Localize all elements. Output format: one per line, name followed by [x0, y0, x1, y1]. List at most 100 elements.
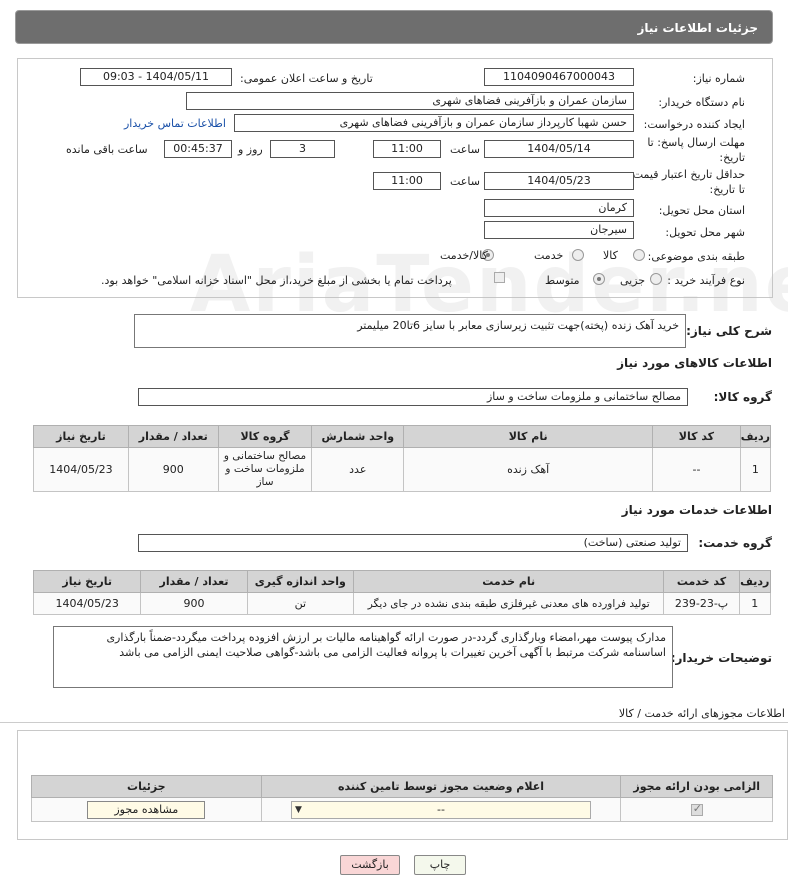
goods-group-label: گروه کالا: — [713, 390, 772, 404]
permit-status-select[interactable]: -- ▼ — [291, 800, 592, 819]
goods-col-qty: تعداد / مقدار — [127, 425, 219, 448]
days-label: روز و — [238, 143, 263, 156]
check-icon: ✓ — [692, 802, 702, 815]
permits-col-required: الزامی بودن ارائه مجوز — [620, 775, 773, 798]
goods-col-group: گروه کالا — [217, 425, 313, 448]
creator-field: حسن شهبا کارپرداز سازمان عمران و بازآفری… — [234, 114, 634, 132]
validity-time-field: 11:00 — [373, 172, 441, 190]
contact-buyer-link[interactable]: اطلاعات تماس خریدار — [124, 117, 226, 130]
category-option-goods: کالا — [603, 249, 618, 262]
services-group-label: گروه خدمت: — [698, 536, 772, 550]
services-cell-unit: تن — [246, 592, 354, 615]
validity-time-label: ساعت — [450, 175, 480, 188]
services-cell-date: 1404/05/23 — [32, 592, 142, 615]
permits-cell-details: مشاهده مجوز — [31, 797, 262, 822]
process-radio-medium[interactable] — [593, 273, 605, 285]
permits-title: اطلاعات مجوزهای ارائه خدمت / کالا — [618, 707, 785, 720]
services-col-unit: واحد اندازه گیری — [246, 570, 354, 593]
page-title: جزئیات اطلاعات نیاز — [15, 10, 773, 44]
announce-label: تاریخ و ساعت اعلان عمومی: — [240, 72, 373, 85]
deadline-date-field: 1404/05/14 — [484, 140, 634, 158]
services-section-title: اطلاعات خدمات مورد نیاز — [621, 503, 772, 517]
table-row: ✓ -- ▼ مشاهده مجوز — [31, 797, 773, 822]
remaining-time-field: 00:45:37 — [164, 140, 232, 158]
deadline-label-line1: مهلت ارسال پاسخ: تا — [647, 136, 745, 149]
deadline-time-label: ساعت — [450, 143, 480, 156]
services-table-header: ردیف کد خدمت نام خدمت واحد اندازه گیری ت… — [32, 570, 772, 593]
services-cell-row: 1 — [738, 592, 772, 615]
print-button[interactable]: چاپ — [414, 855, 466, 875]
validity-label-line2: تا تاریخ: — [709, 183, 745, 196]
category-radio-goods[interactable] — [633, 249, 645, 261]
validity-date-field: 1404/05/23 — [484, 172, 634, 190]
services-col-row: ردیف — [738, 570, 772, 593]
goods-section-title: اطلاعات کالاهای مورد نیاز — [617, 356, 772, 370]
goods-col-date: تاریخ نیاز — [33, 425, 129, 448]
goods-col-code: کد کالا — [652, 425, 741, 448]
days-field: 3 — [270, 140, 335, 158]
province-field: کرمان — [484, 199, 634, 217]
goods-table-header: ردیف کد کالا نام کالا واحد شمارش گروه کا… — [33, 425, 772, 448]
deadline-label-line2: تاریخ: — [719, 151, 745, 164]
permits-cell-status: -- ▼ — [260, 797, 622, 822]
permit-status-value: -- — [437, 802, 445, 816]
goods-cell-name: آهک زنده — [403, 447, 654, 492]
permits-col-status: اعلام وضعیت مجوز توسط تامین کننده — [260, 775, 622, 798]
category-label: طبقه بندی موضوعی: — [647, 250, 745, 263]
validity-label-line1: حداقل تاریخ اعتبار قیمت: — [629, 168, 745, 181]
city-label: شهر محل تحویل: — [665, 226, 745, 239]
services-group-field: تولید صنعتی (ساخت) — [138, 534, 688, 552]
treasury-payment-text: پرداخت تمام یا بخشی از مبلغ خرید،از محل … — [101, 274, 452, 287]
buyer-notes-label: توضیحات خریدار: — [670, 651, 772, 665]
table-row: 1 -- آهک زنده عدد مصالح ساختمانی و ملزوم… — [33, 447, 772, 492]
services-col-date: تاریخ نیاز — [32, 570, 142, 593]
process-radio-minor[interactable] — [650, 273, 662, 285]
services-col-code: کد خدمت — [663, 570, 740, 593]
deadline-time-field: 11:00 — [373, 140, 441, 158]
permits-table-header: الزامی بودن ارائه مجوز اعلام وضعیت مجوز … — [31, 775, 773, 798]
goods-cell-row: 1 — [739, 447, 772, 492]
need-number-label: شماره نیاز: — [692, 72, 745, 85]
goods-col-row: ردیف — [739, 425, 772, 448]
description-textarea[interactable]: خرید آهک زنده (پخته)جهت تثبیت زیرسازی مع… — [134, 314, 686, 348]
process-option-medium: متوسط — [545, 274, 580, 287]
services-cell-qty: 900 — [140, 592, 248, 615]
permits-divider — [0, 722, 788, 723]
buyer-org-field: سازمان عمران و بازآفرینی فضاهای شهری — [186, 92, 634, 110]
goods-cell-date: 1404/05/23 — [33, 447, 129, 492]
required-checkbox[interactable]: ✓ — [690, 802, 703, 816]
services-table: ردیف کد خدمت نام خدمت واحد اندازه گیری ت… — [32, 570, 772, 615]
permits-table: الزامی بودن ارائه مجوز اعلام وضعیت مجوز … — [31, 775, 773, 822]
category-option-goods-service: کالا/خدمت — [440, 249, 488, 262]
buyer-notes-textarea[interactable]: مدارک پیوست مهر،امضاء وبارگذاری گردد-در … — [53, 626, 673, 688]
goods-cell-group: مصالح ساختمانی و ملزومات ساخت و ساز — [217, 447, 313, 492]
services-cell-name: تولید فراورده های معدنی غیرفلزی طبقه بند… — [352, 592, 665, 615]
category-radio-service[interactable] — [572, 249, 584, 261]
permits-cell-required: ✓ — [620, 797, 773, 822]
goods-cell-qty: 900 — [127, 447, 219, 492]
permits-col-details: جزئیات — [31, 775, 262, 798]
province-label: استان محل تحویل: — [658, 204, 745, 217]
creator-label: ایجاد کننده درخواست: — [643, 118, 745, 131]
remaining-label: ساعت باقی مانده — [66, 143, 148, 156]
city-field: سیرجان — [484, 221, 634, 239]
need-number-field: 1104090467000043 — [484, 68, 634, 86]
process-label: نوع فرآیند خرید : — [667, 274, 745, 287]
goods-col-name: نام کالا — [403, 425, 654, 448]
goods-cell-unit: عدد — [311, 447, 405, 492]
goods-group-field: مصالح ساختمانی و ملزومات ساخت و ساز — [138, 388, 688, 406]
goods-col-unit: واحد شمارش — [311, 425, 405, 448]
chevron-down-icon: ▼ — [295, 804, 302, 815]
goods-table: ردیف کد کالا نام کالا واحد شمارش گروه کا… — [33, 425, 772, 492]
description-label: شرح کلی نیاز: — [686, 324, 772, 338]
table-row: 1 پ-23-239 تولید فراورده های معدنی غیرفل… — [32, 592, 772, 615]
services-col-qty: تعداد / مقدار — [140, 570, 248, 593]
category-option-service: خدمت — [534, 249, 564, 262]
goods-cell-code: -- — [652, 447, 741, 492]
back-button[interactable]: بازگشت — [340, 855, 400, 875]
treasury-checkbox[interactable] — [494, 272, 505, 283]
announce-field: 1404/05/11 - 09:03 — [80, 68, 232, 86]
services-col-name: نام خدمت — [352, 570, 665, 593]
process-option-minor: جزیی — [620, 274, 646, 287]
view-permit-button[interactable]: مشاهده مجوز — [87, 800, 206, 819]
